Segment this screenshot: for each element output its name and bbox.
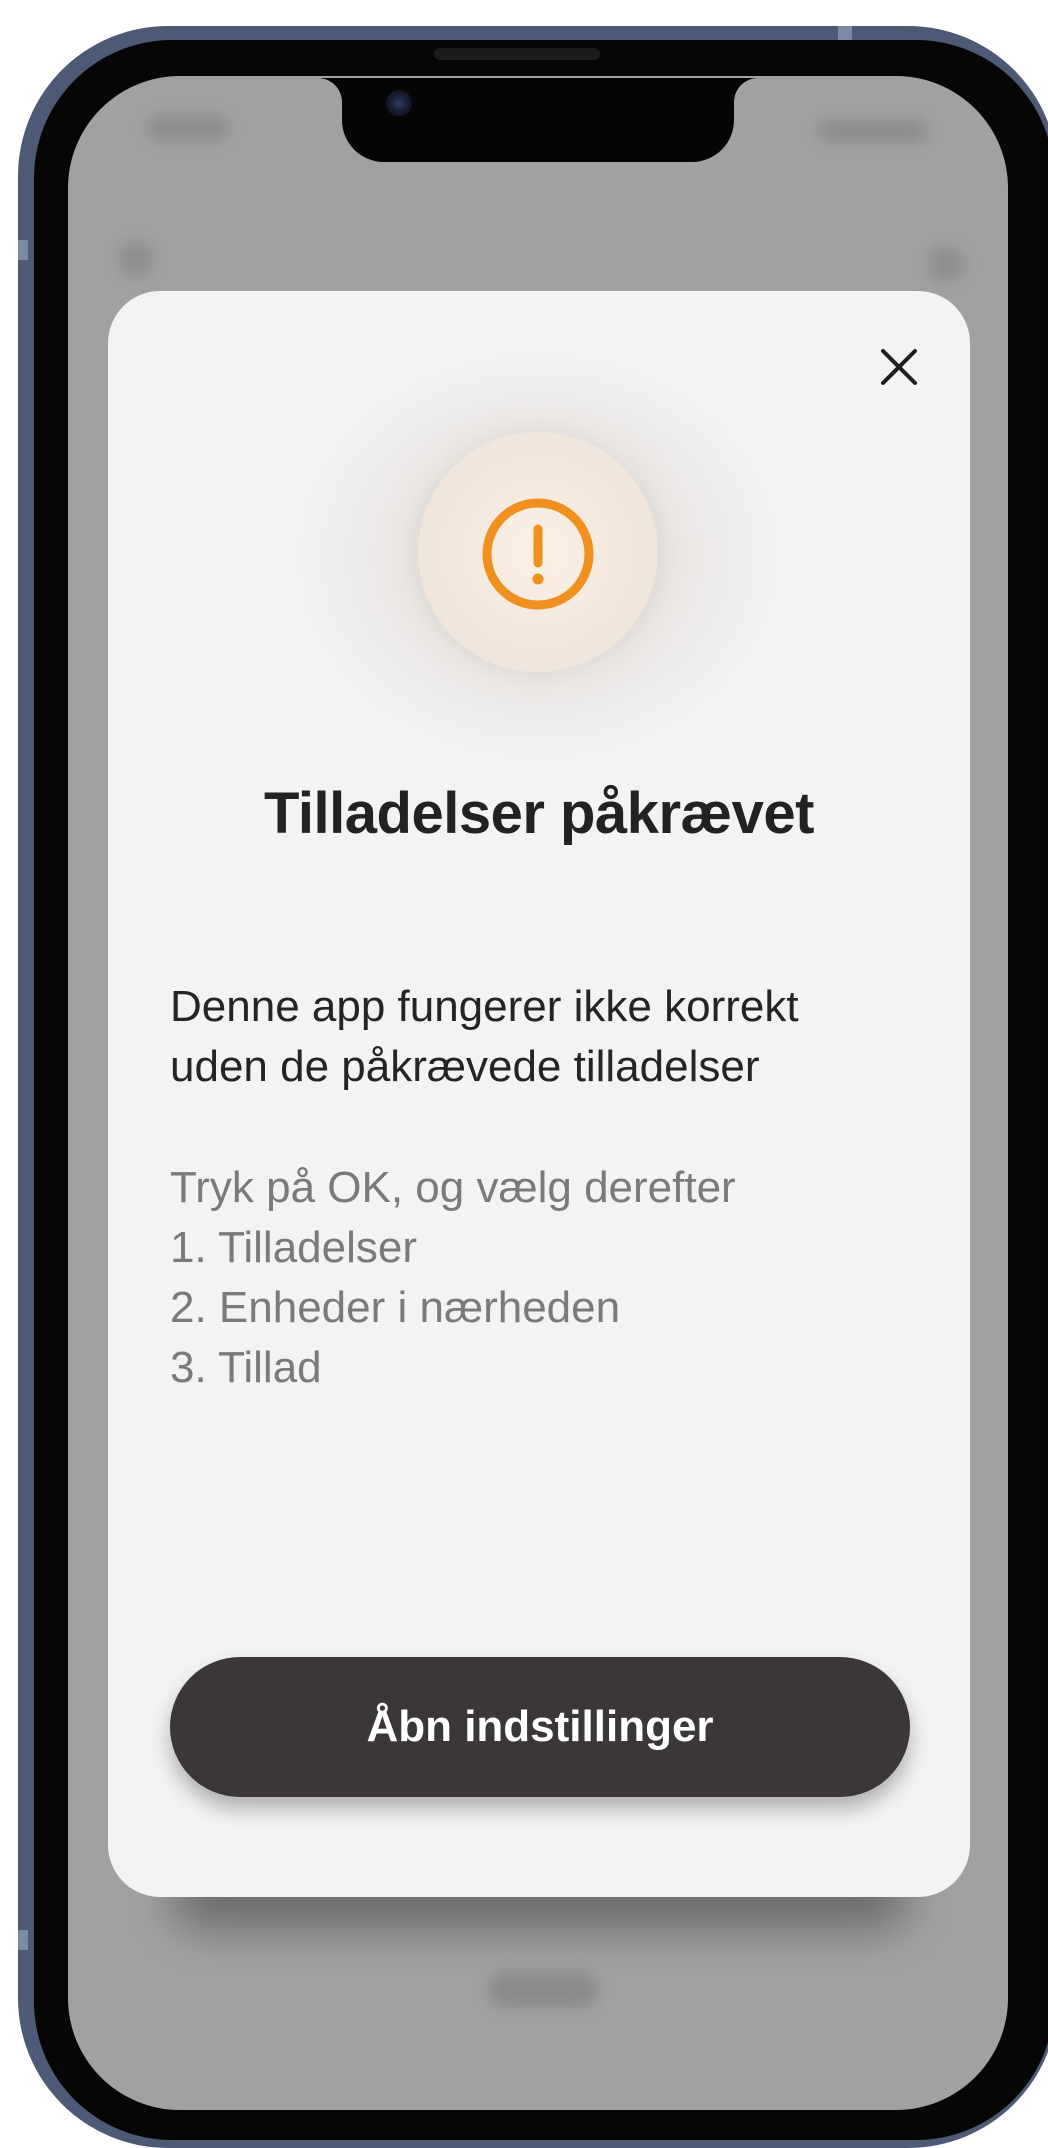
instruction-list: Tryk på OK, og vælg derefter 1. Tilladel… bbox=[170, 1158, 930, 1398]
speaker-grille bbox=[434, 48, 600, 60]
front-camera bbox=[386, 90, 412, 116]
notch-ear-left bbox=[318, 78, 342, 102]
description-line: Denne app fungerer ikke korrekt bbox=[170, 982, 799, 1031]
close-icon bbox=[881, 349, 917, 385]
blurred-status-icons bbox=[818, 120, 928, 142]
open-settings-button[interactable]: Åbn indstillinger bbox=[170, 1657, 910, 1797]
dialog-description: Denne app fungerer ikke korrekt uden de … bbox=[170, 977, 930, 1097]
description-line: uden de påkrævede tilladelser bbox=[170, 1042, 760, 1091]
blurred-menu-icon bbox=[928, 246, 964, 282]
blurred-back-icon bbox=[118, 241, 154, 277]
close-button[interactable] bbox=[864, 332, 934, 402]
blurred-bottom-label bbox=[488, 1972, 598, 2008]
dialog-title: Tilladelser påkrævet bbox=[264, 781, 814, 846]
instruction-step: 2. Enheder i nærheden bbox=[170, 1283, 621, 1332]
side-button-left-lower bbox=[18, 1930, 28, 1950]
blurred-status-time bbox=[148, 116, 228, 140]
instruction-step: 3. Tillad bbox=[170, 1343, 322, 1392]
warning-circle-icon bbox=[482, 498, 594, 610]
side-button-left bbox=[18, 240, 28, 260]
notch-ear-right bbox=[734, 78, 758, 102]
instruction-step: 1. Tilladelser bbox=[170, 1223, 418, 1272]
instruction-intro: Tryk på OK, og vælg derefter bbox=[170, 1163, 736, 1212]
